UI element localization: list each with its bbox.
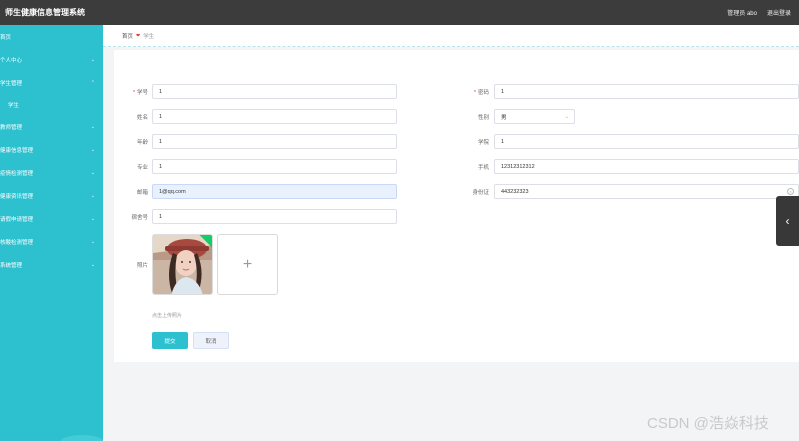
plus-icon: + — [242, 255, 253, 273]
major-label: 专业 — [136, 165, 148, 171]
sidebar-subitem-label: 学生 — [8, 102, 20, 109]
breadcrumb: 首页 ❤ 学生 — [103, 25, 799, 47]
sidebar-item-nucleic[interactable]: 核酸检测管理 ⌄ — [0, 230, 103, 253]
photo-label: 照片 — [136, 263, 148, 269]
dorm-field[interactable]: 1 — [152, 209, 397, 224]
age-label: 年龄 — [136, 140, 148, 146]
sidebar-item-news[interactable]: 健康资讯管理 ⌄ — [0, 184, 103, 207]
sidebar-item-label: 健康资讯管理 — [0, 193, 34, 200]
upload-button[interactable]: + — [217, 234, 278, 295]
student-id-label: * 学号 — [132, 90, 148, 96]
sidebar-item-label: 学生管理 — [0, 80, 23, 87]
sidebar-item-label: 首页 — [0, 34, 12, 41]
main-content: 首页 ❤ 学生 * 学号 1 * 密码 1 姓名 1 性别 男 ⌄ 年龄 1 学院 1… — [103, 25, 799, 441]
college-field[interactable]: 1 — [494, 134, 799, 149]
clear-icon[interactable]: × — [787, 188, 794, 195]
breadcrumb-current: 学生 — [143, 33, 155, 40]
sidebar-subitem-student[interactable]: 学生 — [0, 94, 103, 115]
college-label: 学院 — [477, 140, 489, 146]
sidebar-item-home[interactable]: 首页 — [0, 25, 103, 48]
sidebar-item-health[interactable]: 健康信息管理 ⌄ — [0, 138, 103, 161]
idcard-field[interactable]: 443232323 × — [494, 184, 799, 199]
sidebar-item-profile[interactable]: 个人中心 ⌄ — [0, 48, 103, 71]
logout-button[interactable]: 退出登录 — [767, 8, 791, 17]
chevron-down-icon: ⌄ — [90, 192, 95, 199]
portrait-image — [153, 235, 212, 294]
sidebar-item-label: 个人中心 — [0, 57, 23, 64]
chevron-down-icon: ⌄ — [90, 261, 95, 268]
sidebar-item-teachers[interactable]: 教师管理 ⌄ — [0, 115, 103, 138]
upload-hint: 点击上传照片 — [152, 313, 183, 319]
email-label: 邮箱 — [136, 190, 148, 196]
top-bar: 师生健康信息管理系统 管理员 abo 退出登录 — [0, 0, 799, 25]
sidebar: 首页 个人中心 ⌄ 学生管理 ⌃ 学生 教师管理 ⌄ 健康信息管理 ⌄ 疫情检测… — [0, 25, 104, 441]
student-form: * 学号 1 * 密码 1 姓名 1 性别 男 ⌄ 年龄 1 学院 1 专业 1 手机… — [114, 50, 799, 362]
phone-field[interactable]: 12312312312 — [494, 159, 799, 174]
password-label: * 密码 — [473, 90, 489, 96]
phone-label: 手机 — [477, 165, 489, 171]
app-title: 师生健康信息管理系统 — [5, 8, 85, 17]
email-field[interactable]: 1@qq.com — [152, 184, 397, 199]
idcard-label: 身份证 — [472, 190, 489, 196]
chevron-down-icon: ⌄ — [90, 169, 95, 176]
sidebar-item-label: 健康信息管理 — [0, 147, 34, 154]
sidebar-item-system[interactable]: 系统管理 ⌄ — [0, 253, 103, 276]
chevron-left-icon: ‹ — [785, 214, 790, 228]
submit-button[interactable]: 提交 — [152, 332, 188, 349]
name-label: 姓名 — [136, 115, 148, 121]
password-field[interactable]: 1 — [494, 84, 799, 99]
major-field[interactable]: 1 — [152, 159, 397, 174]
student-id-field[interactable]: 1 — [152, 84, 397, 99]
chevron-down-icon: ⌄ — [90, 238, 95, 245]
heart-icon: ❤ — [136, 32, 141, 39]
watermark: CSDN @浩焱科技 — [647, 415, 769, 432]
age-field[interactable]: 1 — [152, 134, 397, 149]
breadcrumb-home[interactable]: 首页 — [122, 32, 133, 40]
cancel-button[interactable]: 取消 — [193, 332, 229, 349]
sidebar-item-epidemic[interactable]: 疫情检测管理 ⌄ — [0, 161, 103, 184]
gender-select[interactable]: 男 ⌄ — [494, 109, 575, 124]
chevron-up-icon: ⌃ — [90, 79, 95, 86]
chevron-down-icon: ⌄ — [90, 146, 95, 153]
sidebar-item-label: 核酸检测管理 — [0, 239, 34, 246]
sidebar-item-label: 系统管理 — [0, 262, 23, 269]
gender-label: 性别 — [477, 115, 489, 121]
uploaded-photo[interactable] — [152, 234, 213, 295]
chevron-down-icon: ⌄ — [564, 113, 569, 120]
sidebar-item-students[interactable]: 学生管理 ⌃ — [0, 71, 103, 94]
chevron-down-icon: ⌄ — [90, 56, 95, 63]
required-mark: * — [132, 90, 135, 96]
sidebar-item-label: 疫情检测管理 — [0, 170, 34, 177]
sidebar-item-label: 教师管理 — [0, 124, 23, 131]
decorative-bubble — [60, 435, 104, 441]
required-mark: * — [473, 90, 476, 96]
user-label[interactable]: 管理员 abo — [727, 8, 757, 17]
dorm-label: 宿舍号 — [131, 215, 148, 221]
name-field[interactable]: 1 — [152, 109, 397, 124]
side-toggle-button[interactable]: ‹ — [776, 196, 799, 246]
sidebar-item-label: 请假申请管理 — [0, 216, 34, 223]
chevron-down-icon: ⌄ — [90, 215, 95, 222]
user-area: 管理员 abo 退出登录 — [727, 8, 791, 17]
chevron-down-icon: ⌄ — [90, 123, 95, 130]
sidebar-item-leave[interactable]: 请假申请管理 ⌄ — [0, 207, 103, 230]
